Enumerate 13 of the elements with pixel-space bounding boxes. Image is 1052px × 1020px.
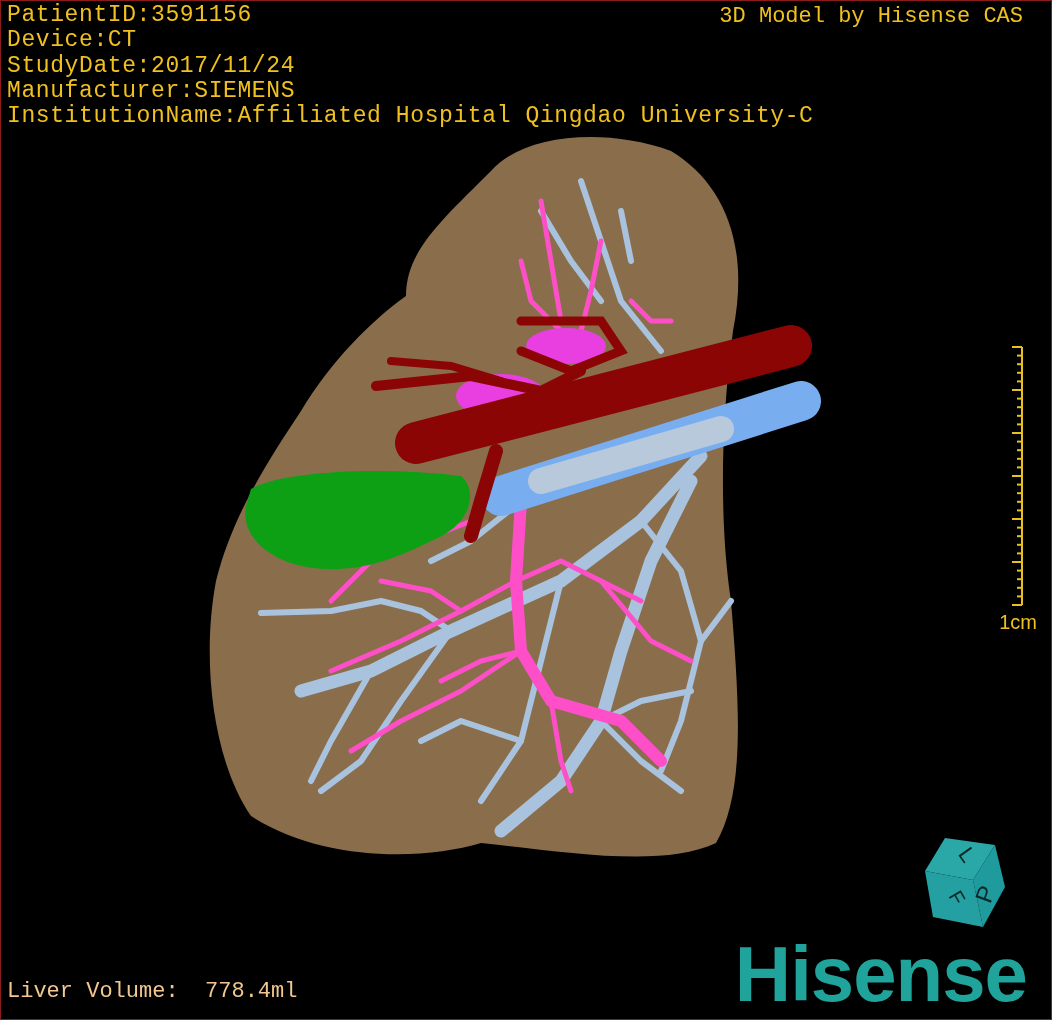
patient-info-text: Manufacturer:SIEMENS [7, 78, 296, 104]
cube-face-label: F [944, 886, 970, 909]
patient-info-text: Device:CT [7, 28, 137, 54]
orientation-cube[interactable] [925, 838, 1005, 927]
cube-face-label: L [953, 842, 981, 867]
cube-face-label: P [969, 881, 1001, 907]
liver-volume-text: Liver Volume: 778.4ml [7, 979, 298, 1005]
patient-info-text: StudyDate:2017/11/24 [7, 53, 296, 79]
patient-info-text: PatientID:3591156 [7, 3, 252, 28]
scale-label: 1cm [999, 611, 1037, 634]
patient-info-text: InstitutionName:Affiliated Hospital Qingdao University-C [7, 104, 814, 130]
brand-logo: Hisense [734, 939, 1027, 1009]
viewer-title: 3D Model by Hisense CAS [719, 3, 1023, 30]
